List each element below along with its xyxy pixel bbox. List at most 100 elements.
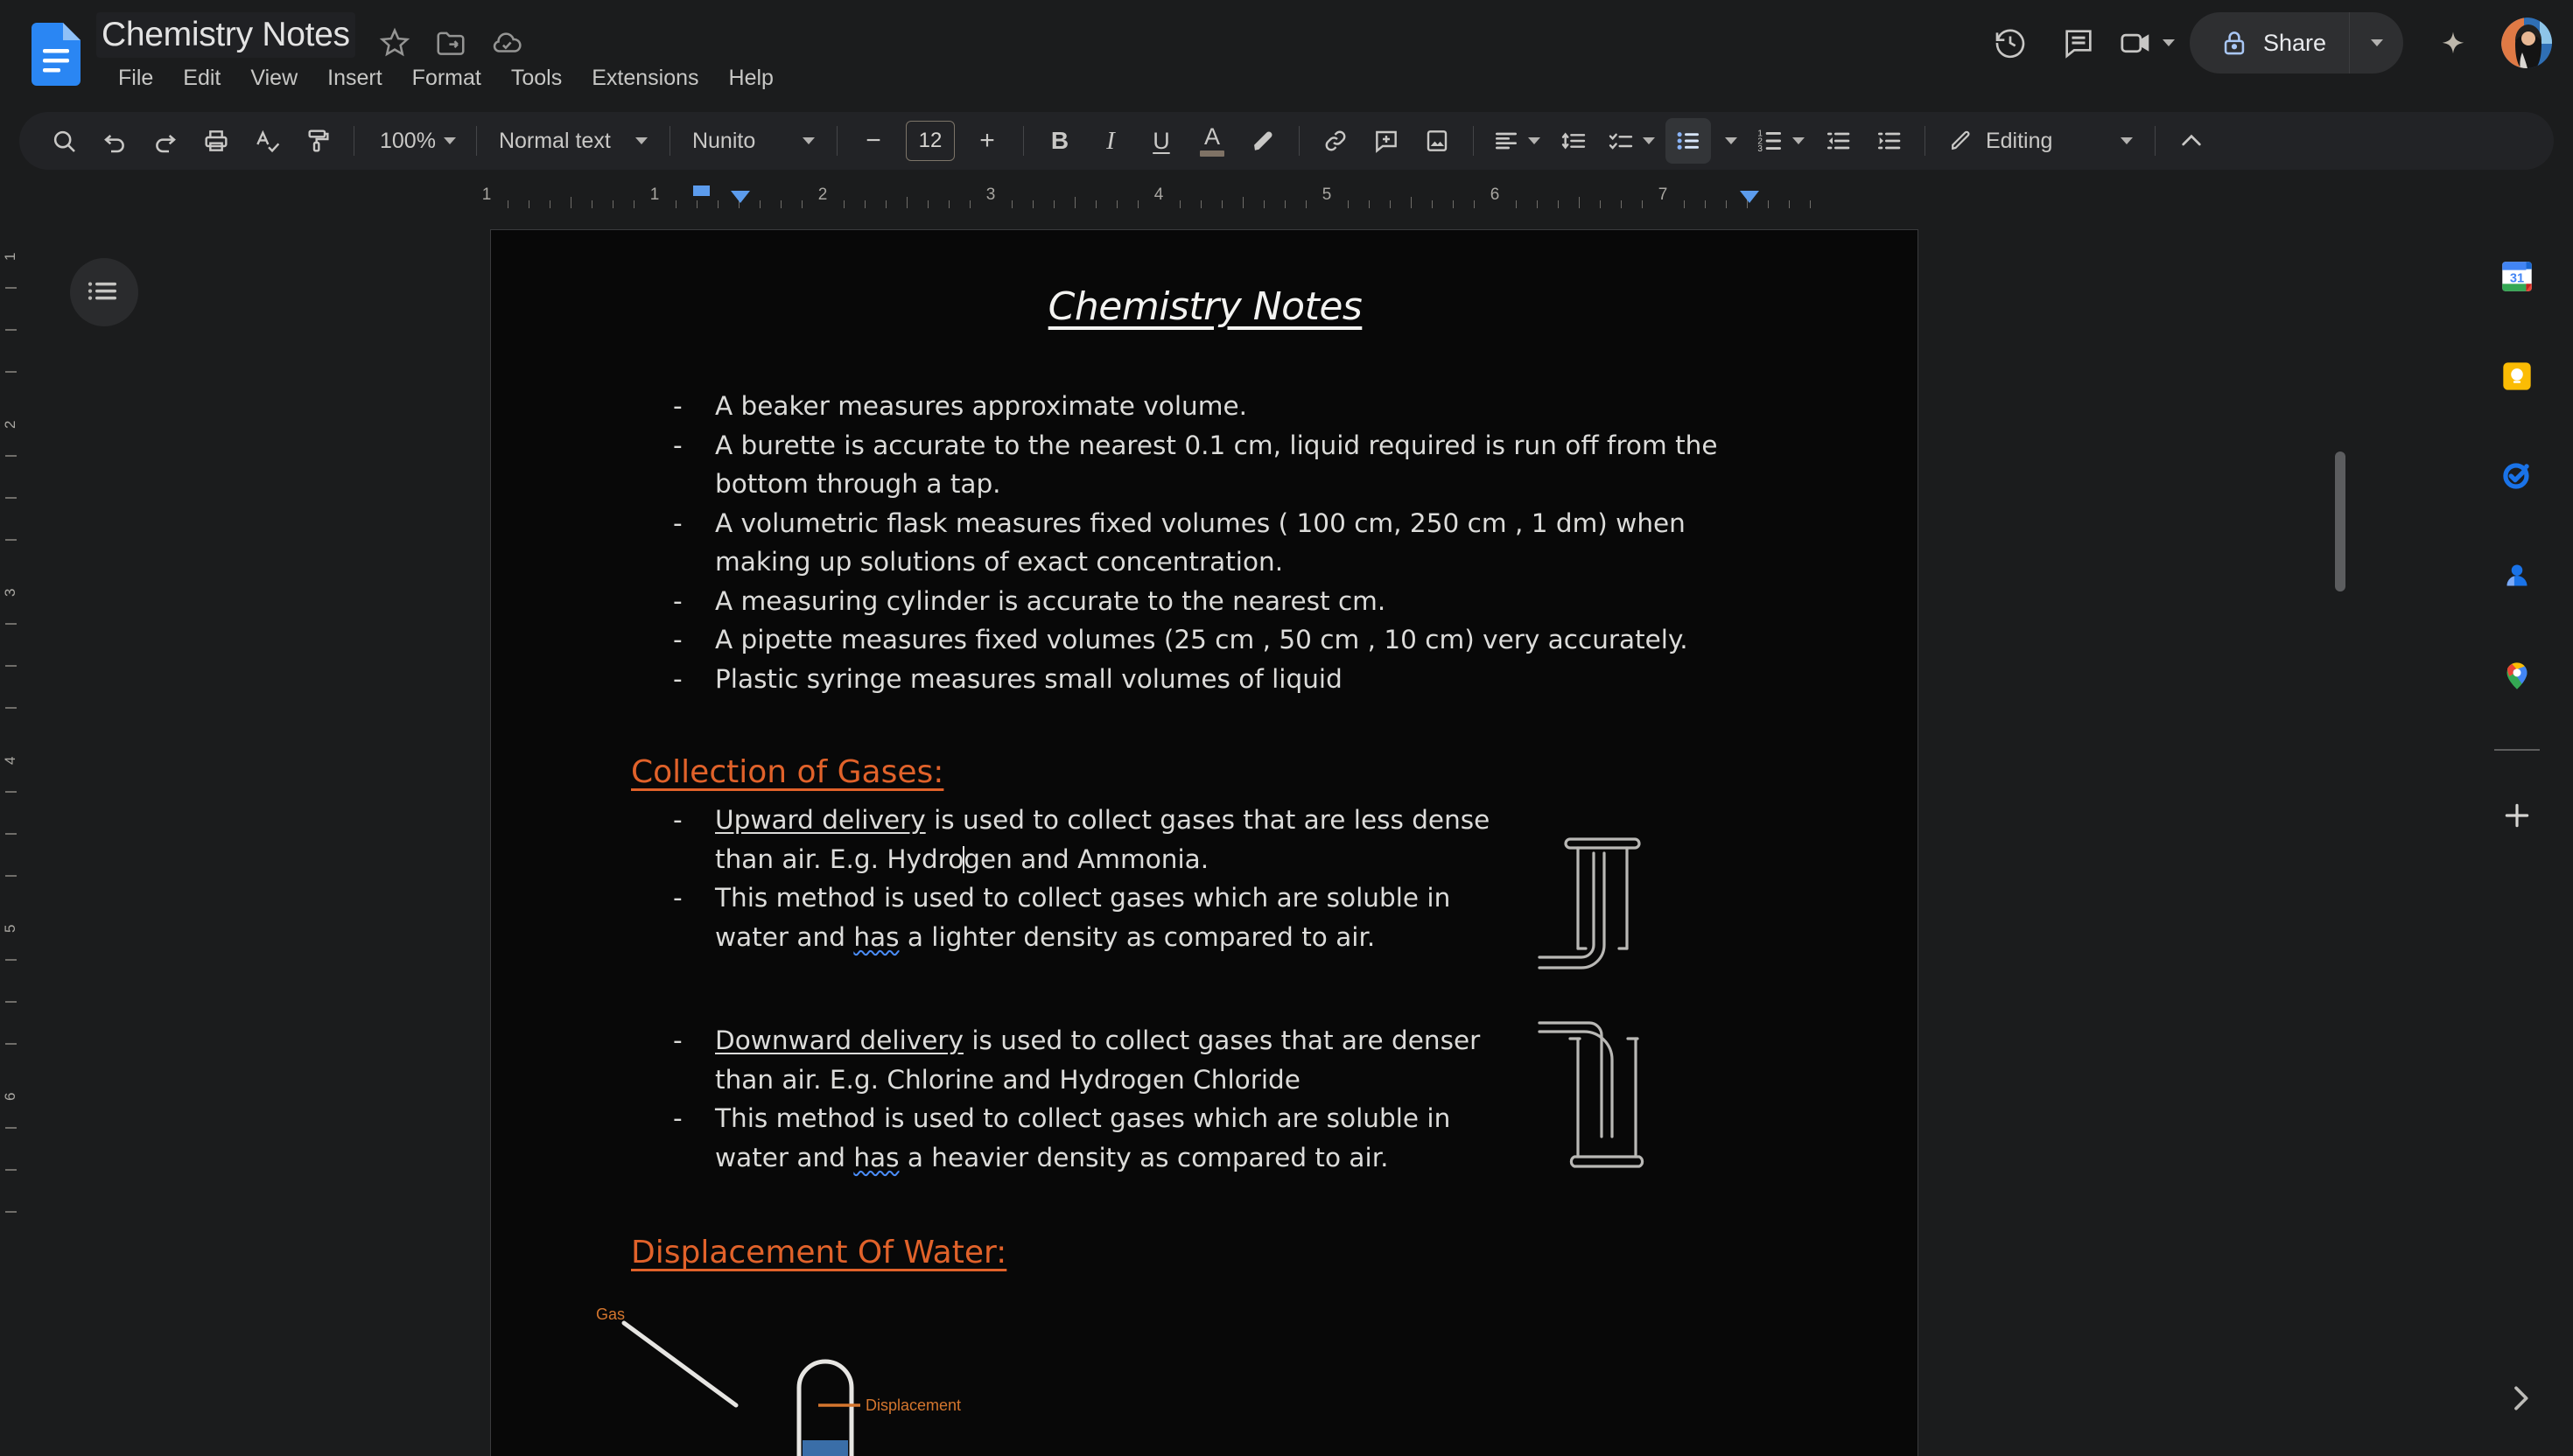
ruler-number: 3	[986, 186, 996, 205]
list-item: A pipette measures fixed volumes (25 cm …	[631, 620, 1779, 660]
bulleted-list-icon[interactable]	[1665, 118, 1711, 164]
ruler-tick	[1117, 200, 1118, 208]
checklist-icon[interactable]	[1602, 118, 1660, 164]
right-indent-marker[interactable]	[1740, 191, 1759, 203]
numbered-list-icon[interactable]: 1 2 3	[1751, 118, 1810, 164]
align-left-icon[interactable]	[1487, 118, 1546, 164]
underline-button[interactable]: U	[1139, 118, 1184, 164]
menu-extensions[interactable]: Extensions	[577, 60, 713, 96]
redo-icon[interactable]	[143, 118, 188, 164]
version-history-icon[interactable]	[1976, 12, 2044, 74]
paragraph-style-selector[interactable]: Normal text	[490, 118, 656, 164]
ruler-number: 6	[1490, 186, 1500, 205]
google-maps-icon[interactable]	[2478, 637, 2555, 714]
ruler-tick	[1579, 197, 1580, 208]
print-icon[interactable]	[193, 118, 239, 164]
star-icon[interactable]	[378, 26, 411, 60]
menu-insert[interactable]: Insert	[312, 60, 397, 96]
avatar[interactable]	[2499, 16, 2554, 70]
document-body[interactable]: Chemistry Notes A beaker measures approx…	[491, 230, 1919, 1456]
list-item: A measuring cylinder is accurate to the …	[631, 582, 1779, 621]
font-family-selector[interactable]: Nunito	[684, 118, 824, 164]
ruler-tick	[928, 200, 929, 208]
line-spacing-icon[interactable]	[1551, 118, 1596, 164]
meet-caret-icon[interactable]	[2163, 39, 2175, 46]
increase-font-size-button[interactable]: +	[964, 118, 1010, 164]
highlight-pen-icon[interactable]	[1240, 118, 1286, 164]
menu-edit[interactable]: Edit	[168, 60, 235, 96]
google-meet-icon[interactable]	[2113, 12, 2181, 74]
ruler-scale: 11234567	[0, 178, 1925, 210]
collapse-toolbar-icon[interactable]	[2169, 118, 2214, 164]
comment-history-icon[interactable]	[2044, 12, 2113, 74]
menu-help[interactable]: Help	[714, 60, 789, 96]
zoom-selector[interactable]: 100%	[368, 118, 463, 164]
header-actions: Share	[1976, 12, 2554, 74]
ruler-tick	[5, 707, 17, 709]
cloud-saved-icon[interactable]	[490, 26, 523, 60]
ruler-tick	[5, 1127, 17, 1129]
chevron-right-icon[interactable]	[2494, 1372, 2547, 1424]
ruler-tick	[1243, 197, 1244, 208]
chevron-down-icon	[1528, 137, 1540, 144]
first-line-indent-marker[interactable]	[693, 186, 710, 196]
vertical-ruler[interactable]: 123456	[0, 210, 19, 1456]
ruler-tick	[760, 200, 761, 208]
text-color-button[interactable]: A	[1189, 118, 1235, 164]
misspelled-word[interactable]: has	[853, 1143, 899, 1172]
google-keep-icon[interactable]	[2478, 338, 2555, 415]
misspelled-word[interactable]: has	[853, 922, 899, 952]
google-tasks-icon[interactable]	[2478, 438, 2555, 514]
ruler-tick	[1306, 200, 1307, 208]
list-item: This method is used to collect gases whi…	[631, 1099, 1524, 1177]
displacement-section: Gas Displacement	[631, 1281, 1779, 1456]
horizontal-ruler[interactable]: 11234567	[0, 178, 2573, 210]
bold-button[interactable]: B	[1037, 118, 1083, 164]
undo-icon[interactable]	[92, 118, 137, 164]
share-caret-icon[interactable]	[2349, 12, 2403, 74]
menu-file[interactable]: File	[103, 60, 168, 96]
ruler-tick	[5, 833, 17, 835]
ruler-tick	[5, 371, 17, 373]
ruler-tick	[5, 455, 17, 457]
document-outline-icon[interactable]	[70, 258, 138, 326]
gemini-spark-icon[interactable]	[2419, 12, 2487, 74]
add-comment-icon[interactable]	[1364, 118, 1409, 164]
insert-image-icon[interactable]	[1414, 118, 1460, 164]
move-folder-icon[interactable]	[434, 26, 467, 60]
vertical-scrollbar-thumb[interactable]	[2335, 452, 2345, 592]
vertical-scrollbar-track[interactable]	[2449, 217, 2459, 1442]
decrease-font-size-button[interactable]: −	[851, 118, 896, 164]
search-icon[interactable]	[41, 118, 87, 164]
add-side-app-button[interactable]	[2478, 777, 2555, 854]
decrease-indent-icon[interactable]	[1815, 118, 1861, 164]
left-indent-marker[interactable]	[731, 191, 750, 203]
menu-view[interactable]: View	[235, 60, 312, 96]
ruler-number: 2	[818, 186, 828, 205]
google-calendar-icon[interactable]: 31	[2478, 238, 2555, 315]
paint-format-icon[interactable]	[295, 118, 340, 164]
chevron-down-icon	[2121, 137, 2133, 144]
increase-indent-icon[interactable]	[1866, 118, 1911, 164]
insert-link-icon[interactable]	[1313, 118, 1358, 164]
ruler-tick	[5, 1001, 17, 1003]
svg-text:3: 3	[1757, 144, 1763, 154]
document-page[interactable]: Chemistry Notes A beaker measures approx…	[490, 229, 1918, 1456]
zoom-value: 100%	[380, 129, 436, 154]
document-title-field[interactable]: Chemistry Notes	[96, 12, 355, 58]
bulleted-list-caret-icon[interactable]	[1716, 118, 1746, 164]
ruler-number: 3	[2, 589, 19, 597]
menu-tools[interactable]: Tools	[496, 60, 577, 96]
spellcheck-icon[interactable]	[244, 118, 290, 164]
font-size-input[interactable]: 12	[906, 121, 955, 161]
google-contacts-icon[interactable]	[2478, 537, 2555, 614]
google-docs-icon[interactable]	[32, 23, 81, 86]
share-button[interactable]: Share	[2190, 12, 2403, 74]
share-main[interactable]: Share	[2190, 12, 2349, 74]
editing-mode-selector[interactable]: Editing	[1939, 118, 2142, 164]
ruler-tick	[844, 200, 845, 208]
menu-format[interactable]: Format	[397, 60, 496, 96]
sidebar-divider	[2494, 749, 2540, 751]
italic-button[interactable]: I	[1088, 118, 1133, 164]
ruler-tick	[1096, 200, 1097, 208]
